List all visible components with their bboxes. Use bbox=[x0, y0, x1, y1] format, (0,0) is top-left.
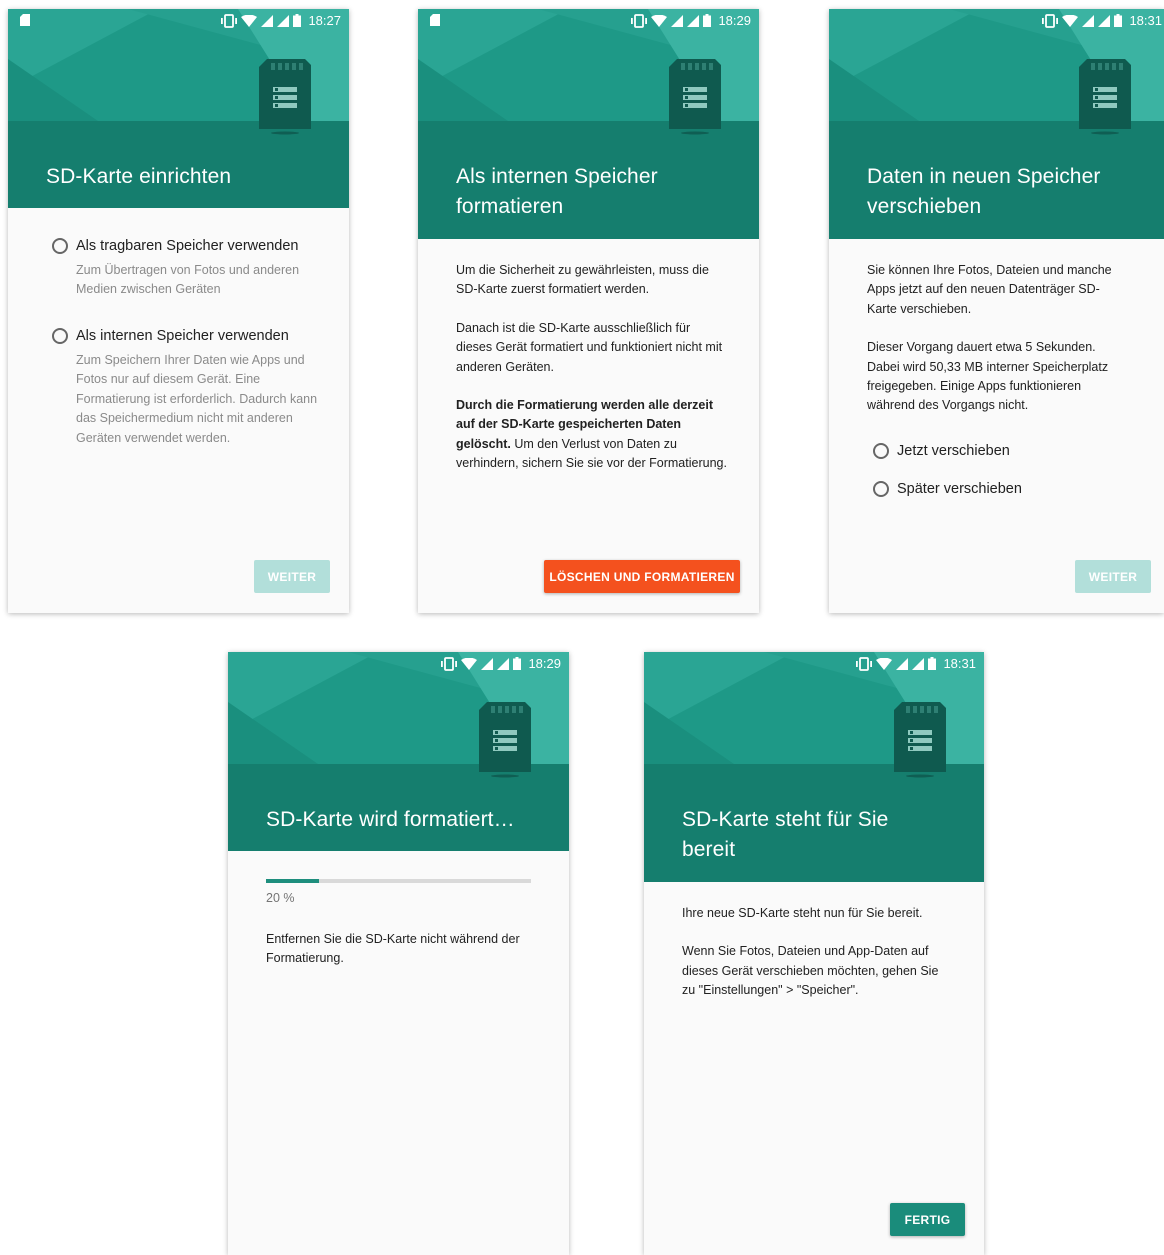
screen-sd-ready: 18:31 SD-Karte steht für Sie bereit Ihre… bbox=[644, 652, 984, 1255]
sd-card-small-icon bbox=[430, 14, 440, 26]
screen-setup-sd-card: 18:27 SD-Karte einrichten Als tragbaren … bbox=[8, 9, 349, 613]
signal-icon bbox=[687, 15, 699, 27]
page-title: SD-Karte steht für Sie bereit bbox=[682, 808, 889, 861]
warning-paragraph: Durch die Formatierung werden alle derze… bbox=[456, 396, 729, 474]
sd-card-storage-icon bbox=[479, 702, 531, 778]
battery-icon bbox=[1114, 14, 1122, 27]
paragraph: Ihre neue SD-Karte steht nun für Sie ber… bbox=[682, 906, 923, 920]
done-button[interactable]: FERTIG bbox=[890, 1203, 965, 1236]
signal-icon bbox=[896, 658, 908, 670]
radio-description: Zum Speichern Ihrer Daten wie Apps und F… bbox=[76, 353, 318, 445]
radio-label: Jetzt verschieben bbox=[897, 443, 1010, 459]
clock: 18:31 bbox=[943, 656, 976, 671]
radio-button-icon[interactable] bbox=[873, 481, 889, 497]
page-title: SD-Karte einrichten bbox=[46, 165, 232, 188]
signal-icon bbox=[671, 15, 683, 27]
signal-icon bbox=[261, 15, 273, 27]
radio-option-portable[interactable]: Als tragbaren Speicher verwenden Zum Übe… bbox=[52, 237, 322, 300]
content: Um die Sicherheit zu gewährleisten, muss… bbox=[456, 261, 729, 493]
clock: 18:31 bbox=[1129, 13, 1162, 28]
screen-format-internal: 18:29 Als internen Speicher formatieren … bbox=[418, 9, 759, 613]
clock: 18:29 bbox=[528, 656, 561, 671]
paragraph: Sie können Ihre Fotos, Dateien und manch… bbox=[867, 263, 1112, 316]
battery-icon bbox=[293, 14, 301, 27]
battery-icon bbox=[703, 14, 711, 27]
radio-label: Als internen Speicher verwenden bbox=[76, 328, 289, 344]
vibrate-icon bbox=[856, 657, 872, 671]
status-bar: 18:27 bbox=[8, 9, 349, 33]
radio-button-icon[interactable] bbox=[52, 328, 68, 344]
content: Entfernen Sie die SD-Karte nicht während… bbox=[266, 930, 533, 988]
screen-formatting: 18:29 SD-Karte wird formatiert… 20 % Ent… bbox=[228, 652, 569, 1255]
paragraph: Dieser Vorgang dauert etwa 5 Sekunden. D… bbox=[867, 340, 1109, 413]
wifi-icon bbox=[651, 15, 667, 27]
signal-icon bbox=[912, 658, 924, 670]
content: Ihre neue SD-Karte steht nun für Sie ber… bbox=[682, 904, 948, 1020]
header: Als internen Speicher formatieren bbox=[418, 121, 759, 239]
radio-button-icon[interactable] bbox=[52, 238, 68, 254]
radio-button-icon[interactable] bbox=[873, 443, 889, 459]
page-title: Daten in neuen Speicher verschieben bbox=[867, 165, 1101, 218]
radio-description: Zum Übertragen von Fotos und anderen Med… bbox=[76, 263, 300, 297]
signal-icon bbox=[481, 658, 493, 670]
paragraph: Entfernen Sie die SD-Karte nicht während… bbox=[266, 932, 520, 966]
radio-option-move-later[interactable]: Später verschieben bbox=[873, 480, 1022, 499]
wifi-icon bbox=[461, 658, 477, 670]
progress-bar bbox=[266, 879, 531, 883]
vibrate-icon bbox=[1042, 14, 1058, 28]
progress-fill bbox=[266, 879, 319, 883]
status-bar: 18:31 bbox=[644, 652, 984, 676]
signal-icon bbox=[1082, 15, 1094, 27]
radio-option-move-now[interactable]: Jetzt verschieben bbox=[873, 442, 1010, 461]
status-bar: 18:31 bbox=[829, 9, 1164, 33]
page-title: SD-Karte wird formatiert… bbox=[266, 808, 515, 831]
page-title: Als internen Speicher formatieren bbox=[456, 165, 658, 218]
sd-card-storage-icon bbox=[669, 59, 721, 135]
sd-card-storage-icon bbox=[259, 59, 311, 135]
radio-label: Später verschieben bbox=[897, 481, 1022, 497]
battery-icon bbox=[513, 657, 521, 670]
signal-icon bbox=[277, 15, 289, 27]
screen-move-data: 18:31 Daten in neuen Speicher verschiebe… bbox=[829, 9, 1164, 613]
next-button[interactable]: WEITER bbox=[1075, 560, 1151, 593]
progress-percent: 20 % bbox=[266, 891, 295, 905]
clock: 18:29 bbox=[718, 13, 751, 28]
paragraph: Wenn Sie Fotos, Dateien und App-Daten au… bbox=[682, 944, 939, 998]
wifi-icon bbox=[876, 658, 892, 670]
vibrate-icon bbox=[631, 14, 647, 28]
vibrate-icon bbox=[441, 657, 457, 671]
header: SD-Karte steht für Sie bereit bbox=[644, 764, 984, 882]
sd-card-small-icon bbox=[20, 14, 30, 26]
erase-and-format-button[interactable]: LÖSCHEN UND FORMATIEREN bbox=[544, 560, 740, 593]
wifi-icon bbox=[241, 15, 257, 27]
paragraph: Um die Sicherheit zu gewährleisten, muss… bbox=[456, 263, 709, 297]
battery-icon bbox=[928, 657, 936, 670]
signal-icon bbox=[497, 658, 509, 670]
status-bar: 18:29 bbox=[418, 9, 759, 33]
status-bar: 18:29 bbox=[228, 652, 569, 676]
clock: 18:27 bbox=[308, 13, 341, 28]
vibrate-icon bbox=[221, 14, 237, 28]
paragraph: Danach ist die SD-Karte ausschließlich f… bbox=[456, 320, 723, 374]
sd-card-storage-icon bbox=[1079, 59, 1131, 135]
wifi-icon bbox=[1062, 15, 1078, 27]
radio-option-internal[interactable]: Als internen Speicher verwenden Zum Spei… bbox=[52, 327, 322, 448]
content: Sie können Ihre Fotos, Dateien und manch… bbox=[867, 261, 1128, 435]
next-button[interactable]: WEITER bbox=[254, 560, 330, 593]
sd-card-storage-icon bbox=[894, 702, 946, 778]
radio-label: Als tragbaren Speicher verwenden bbox=[76, 238, 299, 254]
header: Daten in neuen Speicher verschieben bbox=[829, 121, 1164, 239]
signal-icon bbox=[1098, 15, 1110, 27]
